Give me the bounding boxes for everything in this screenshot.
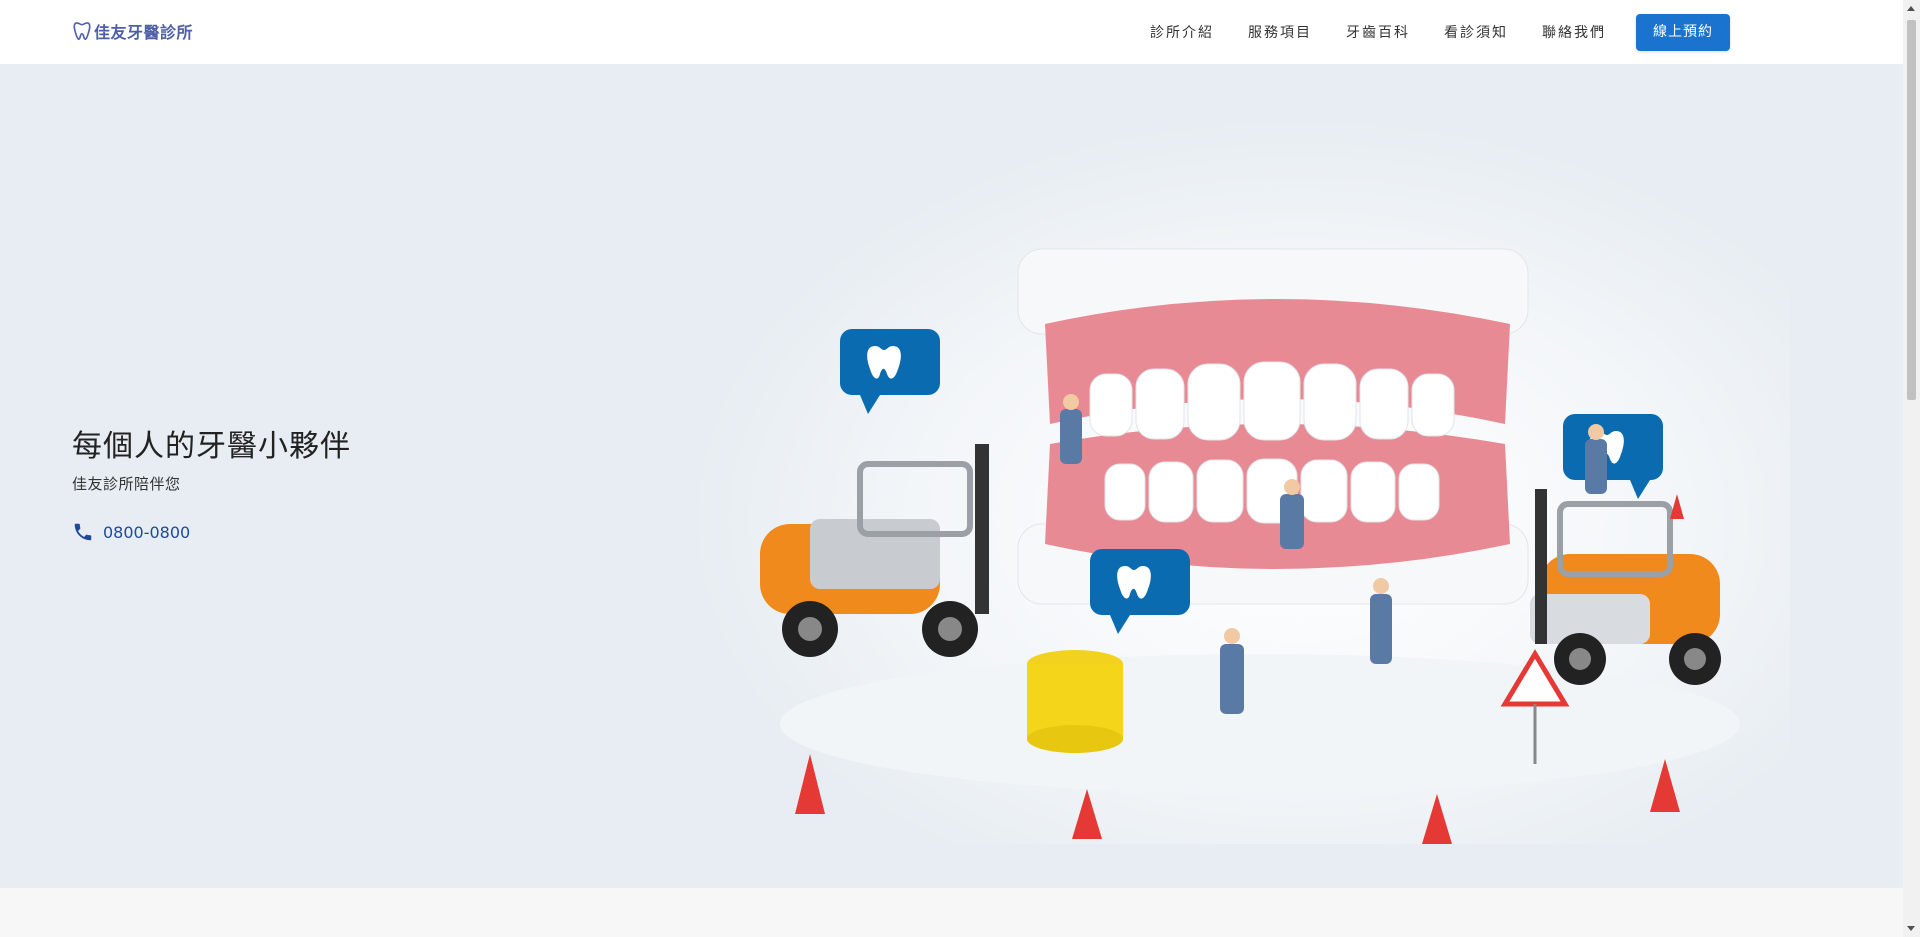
logo-text: 佳友牙醫診所 — [94, 23, 194, 42]
phone-number: 0800-0800 — [103, 522, 191, 542]
site-header: 佳友牙醫診所 診所介紹 服務項目 牙齒百科 看診須知 聯絡我們 線上預約 — [0, 0, 1903, 64]
nav-visit-notes[interactable]: 看診須知 — [1427, 15, 1525, 51]
dental-model-scene — [760, 248, 1740, 844]
tooth-icon — [73, 22, 91, 40]
phone-icon — [74, 523, 92, 541]
phone-link[interactable]: 0800-0800 — [72, 521, 351, 543]
scroll-down-icon[interactable] — [1907, 926, 1915, 931]
scroll-up-icon[interactable] — [1907, 6, 1915, 11]
nav-dental-wiki[interactable]: 牙齒百科 — [1329, 15, 1427, 51]
nav-services[interactable]: 服務項目 — [1231, 15, 1329, 51]
clinic-logo[interactable]: 佳友牙醫診所 — [73, 19, 193, 43]
main-nav: 診所介紹 服務項目 牙齒百科 看診須知 聯絡我們 線上預約 — [1133, 14, 1730, 51]
hero-section: 每個人的牙醫小夥伴 佳友診所陪伴您 0800-0800 — [0, 64, 1903, 888]
online-booking-button[interactable]: 線上預約 — [1636, 14, 1730, 51]
hero-subtitle: 佳友診所陪伴您 — [72, 475, 181, 493]
scrollbar-thumb[interactable] — [1907, 20, 1916, 400]
hero-text: 每個人的牙醫小夥伴 佳友診所陪伴您 0800-0800 — [72, 421, 351, 543]
next-section-strip — [0, 888, 1903, 937]
hero-illustration — [700, 124, 1790, 844]
hero-title: 每個人的牙醫小夥伴 — [72, 429, 351, 464]
page-scrollbar[interactable] — [1903, 0, 1920, 937]
nav-clinic-intro[interactable]: 診所介紹 — [1133, 15, 1231, 51]
nav-contact[interactable]: 聯絡我們 — [1525, 15, 1623, 51]
